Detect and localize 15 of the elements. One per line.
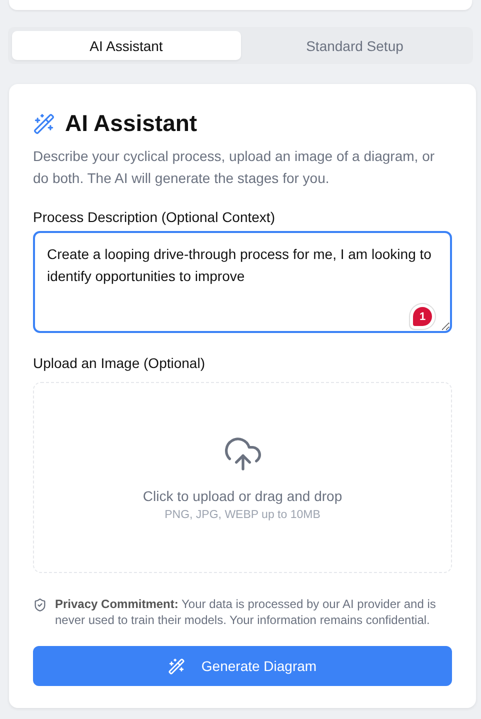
generate-button[interactable]: Generate Diagram: [33, 646, 452, 686]
card-title: AI Assistant: [65, 110, 198, 137]
upload-dropzone[interactable]: Click to upload or drag and drop PNG, JPG, WEBP up to 10MB: [33, 382, 452, 573]
magic-wand-icon: [168, 658, 186, 674]
field-label: Upload an Image (Optional): [33, 355, 206, 371]
notification-badge[interactable]: 1: [413, 307, 432, 326]
magic-wand-icon: [33, 112, 55, 134]
card-description: Describe your cyclical process, upload an image of a diagram, or do both. The AI will generate the stages for you.: [33, 147, 436, 188]
tab[interactable]: AI Assistant: [12, 31, 240, 60]
privacy-note: Privacy Commitment: Your data is processed by our AI provider and is never used to train their models. Your information remains confidential.: [55, 596, 437, 628]
tab[interactable]: Standard Setup: [240, 31, 469, 60]
upload-prompt: Click to upload or drag and drop: [142, 488, 342, 504]
upload-hint: PNG, JPG, WEBP up to 10MB: [164, 509, 320, 521]
field-label: Process Description (Optional Context): [33, 209, 276, 225]
shield-icon: [33, 598, 47, 612]
